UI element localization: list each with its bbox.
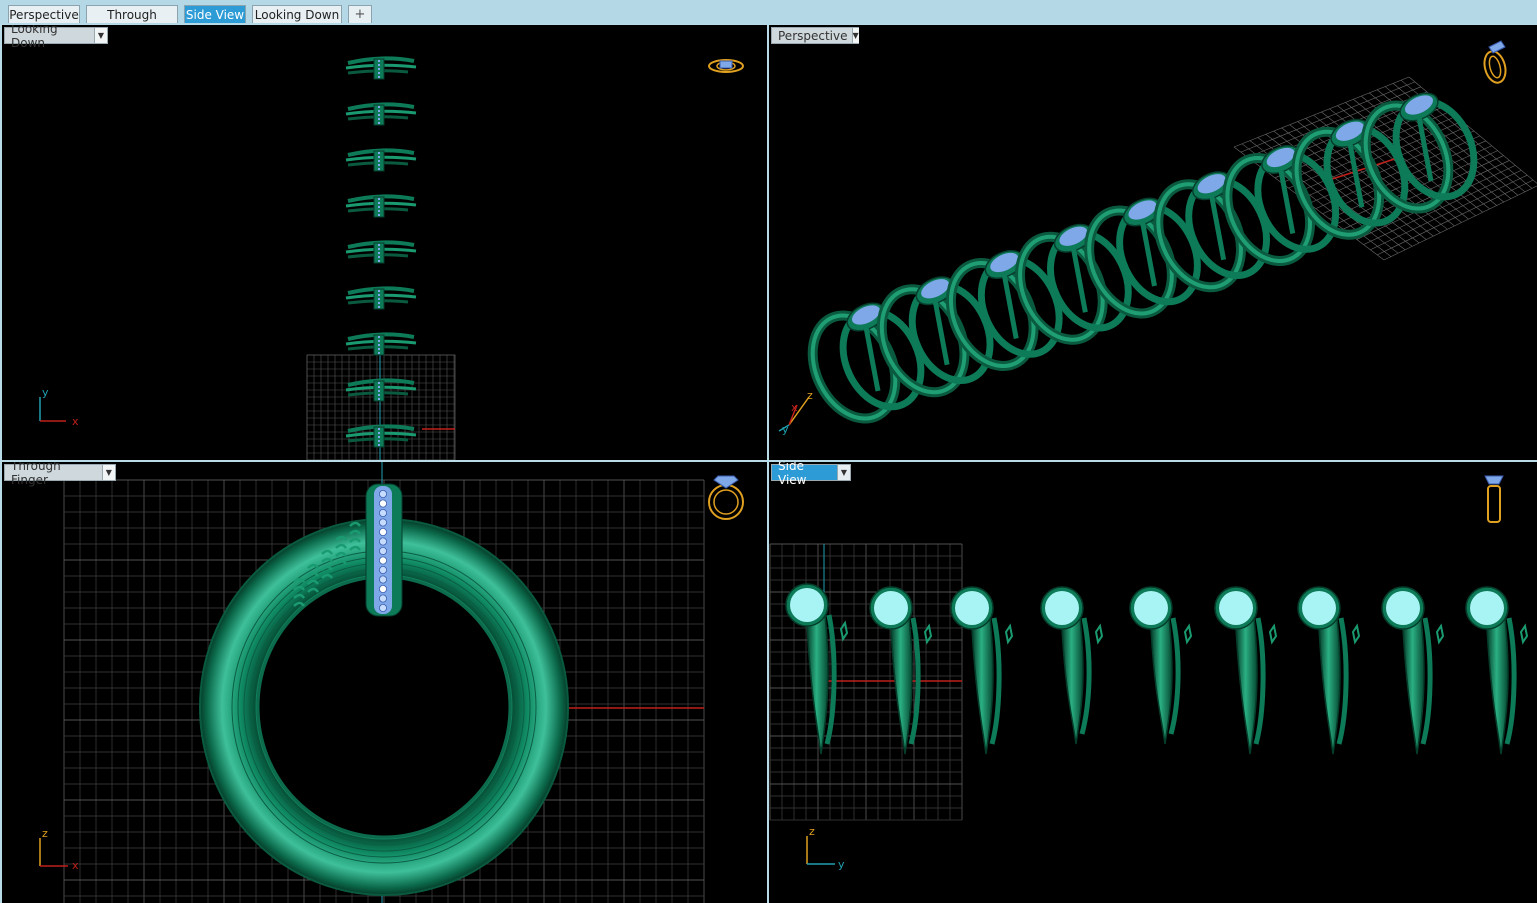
ring-top-view <box>345 194 417 218</box>
tab-perspective[interactable]: Perspective <box>8 5 80 23</box>
axis-label-x: x <box>72 859 79 872</box>
dropdown-arrow-icon[interactable]: ▼ <box>851 28 859 43</box>
dropdown-arrow-icon[interactable]: ▼ <box>836 465 850 480</box>
ring-row-side-view <box>785 583 1529 755</box>
viewport-perspective[interactable]: Perspective ▼ z x y <box>769 25 1537 460</box>
viewport-title-label: Perspective <box>778 28 848 43</box>
ring-side-view <box>950 586 1014 755</box>
ring-side-view <box>785 583 849 755</box>
viewport-title-label: Looking Down <box>11 25 58 50</box>
ring-side-view <box>869 586 933 755</box>
tab-through-finger[interactable]: Through Finger <box>86 5 178 40</box>
looking-down-scene: y x <box>39 56 744 460</box>
ring-side-view <box>1214 586 1278 755</box>
viewport-title-through-finger[interactable]: Through Finger ▼ <box>4 462 116 487</box>
ring-side-view <box>1040 586 1104 745</box>
tab-side-view[interactable]: Side View <box>184 5 246 23</box>
axis-label-y: y <box>42 386 49 399</box>
add-viewport-icon[interactable]: + <box>348 5 372 23</box>
viewport-through-finger[interactable]: Through Finger ▼ z x <box>2 462 767 903</box>
axis-label-y: y <box>838 858 845 871</box>
ring-stack-top-view <box>345 56 417 448</box>
viewport-looking-down[interactable]: Looking Down ▼ y x <box>2 25 767 460</box>
ring-top-view <box>345 424 417 448</box>
tab-looking-down[interactable]: Looking Down <box>252 5 342 23</box>
axis-label-z: z <box>42 827 48 840</box>
ring-side-view <box>1297 586 1361 755</box>
viewport-title-looking-down[interactable]: Looking Down ▼ <box>4 25 108 50</box>
viewport-title-perspective[interactable]: Perspective ▼ <box>771 27 859 44</box>
ring-top-view <box>345 102 417 126</box>
ring-top-view <box>345 56 417 80</box>
through-finger-scene: z x <box>39 462 744 903</box>
ring-top-view <box>345 240 417 264</box>
axis-label-x: x <box>791 401 798 414</box>
ring-side-view <box>1381 586 1445 755</box>
axis-label-z: z <box>807 389 813 402</box>
ring-top-view <box>345 332 417 356</box>
ring-orientation-icon <box>708 59 744 73</box>
ring-top-view <box>345 148 417 172</box>
ring-stack-front-view <box>199 483 569 896</box>
perspective-scene: z x y <box>778 40 1537 436</box>
ring-orientation-icon <box>708 475 744 520</box>
viewport-title-side-view[interactable]: Side View ▼ <box>771 462 851 487</box>
ring-side-view <box>1129 586 1193 745</box>
viewport-tab-bar: Perspective Through Finger Side View Loo… <box>0 0 1537 40</box>
ring-side-view <box>1465 586 1529 755</box>
viewport-side-view[interactable]: Side View ▼ z y <box>769 462 1537 903</box>
ring-top-view <box>345 286 417 310</box>
dropdown-arrow-icon[interactable]: ▼ <box>93 28 107 43</box>
viewport-title-label: Through Finger <box>11 462 61 487</box>
axes-indicator <box>39 397 66 422</box>
ring-top-view <box>345 378 417 402</box>
axis-label-y: y <box>782 423 789 436</box>
axis-label-x: x <box>72 415 79 428</box>
axes-indicator <box>806 836 835 865</box>
dropdown-arrow-icon[interactable]: ▼ <box>101 465 115 480</box>
axis-label-z: z <box>809 825 815 838</box>
ring-orientation-icon <box>1484 475 1504 523</box>
ring-orientation-icon <box>1483 40 1507 84</box>
viewport-title-label: Side View <box>778 462 807 487</box>
side-view-scene: z y <box>769 475 1529 871</box>
